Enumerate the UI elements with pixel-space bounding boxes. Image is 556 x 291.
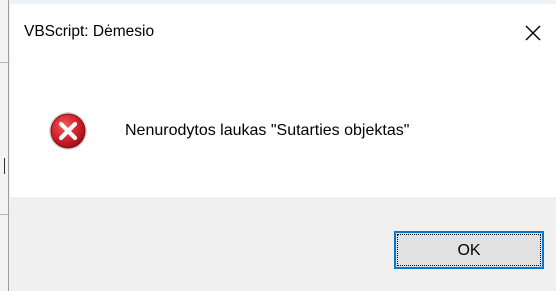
close-button[interactable]	[510, 4, 556, 62]
dialog-titlebar[interactable]: VBScript: Dėmesio	[10, 4, 556, 62]
error-icon	[48, 111, 88, 151]
dialog-message: Nenurodytos laukas "Sutarties objektas"	[125, 122, 410, 139]
message-dialog: VBScript: Dėmesio Nenurodytos laukas "Su…	[10, 4, 556, 291]
dialog-footer: OK	[10, 197, 556, 291]
background-divider	[0, 214, 10, 215]
screen: VBScript: Dėmesio Nenurodytos laukas "Su…	[0, 0, 556, 291]
dialog-content: Nenurodytos laukas "Sutarties objektas"	[10, 62, 556, 197]
ok-button-label: OK	[457, 242, 481, 259]
background-window-border	[8, 0, 9, 291]
dialog-title: VBScript: Dėmesio	[24, 23, 155, 40]
background-divider	[0, 62, 10, 63]
close-icon	[525, 25, 541, 41]
ok-button[interactable]: OK	[394, 231, 544, 269]
